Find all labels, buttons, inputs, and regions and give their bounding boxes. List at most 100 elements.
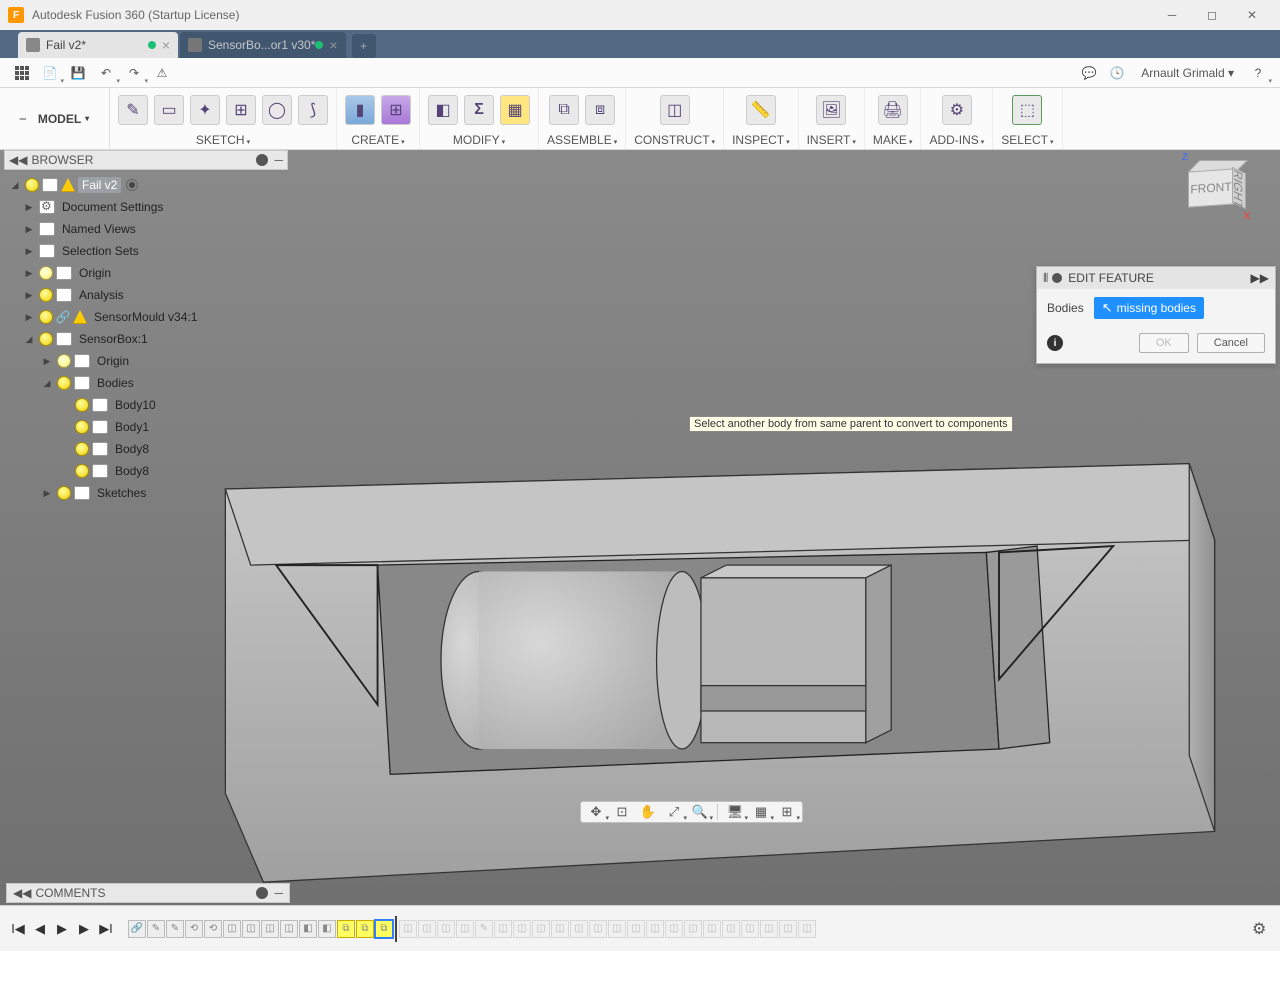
- visibility-bulb-icon[interactable]: [39, 332, 53, 346]
- viewcube-right-face[interactable]: RIGHT: [1232, 167, 1246, 210]
- timeline-feature[interactable]: ◫: [798, 920, 816, 938]
- extrude-icon[interactable]: ▮: [345, 95, 375, 125]
- tree-item-body[interactable]: Body8: [4, 460, 288, 482]
- visibility-bulb-icon[interactable]: [57, 376, 71, 390]
- arc-icon[interactable]: ⟆: [298, 95, 328, 125]
- timeline-feature[interactable]: ⟲: [185, 920, 203, 938]
- timeline-feature[interactable]: ◫: [513, 920, 531, 938]
- browser-header[interactable]: ◀◀ BROWSER ─: [4, 150, 288, 170]
- tree-item-analysis[interactable]: ▶Analysis: [4, 284, 288, 306]
- timeline-play-button[interactable]: ▶: [52, 919, 72, 939]
- visibility-bulb-icon[interactable]: [57, 354, 71, 368]
- display-settings-icon[interactable]: 🖥▾: [726, 803, 744, 821]
- settings-dot-icon[interactable]: [256, 154, 268, 166]
- addins-icon[interactable]: ⚙: [942, 95, 972, 125]
- visibility-bulb-icon[interactable]: [75, 398, 89, 412]
- visibility-bulb-icon[interactable]: [39, 310, 53, 324]
- visibility-bulb-icon[interactable]: [75, 420, 89, 434]
- tree-item-selection-sets[interactable]: ▶Selection Sets: [4, 240, 288, 262]
- timeline-step-back-button[interactable]: ◀: [30, 919, 50, 939]
- minimize-icon[interactable]: ─: [274, 886, 283, 900]
- new-tab-button[interactable]: +: [352, 34, 376, 58]
- timeline-feature[interactable]: ◫: [703, 920, 721, 938]
- timeline-feature[interactable]: ◫: [722, 920, 740, 938]
- cancel-button[interactable]: Cancel: [1197, 333, 1265, 353]
- timeline-feature[interactable]: ✎: [475, 920, 493, 938]
- press-pull-icon[interactable]: ◧: [428, 95, 458, 125]
- print-icon[interactable]: 🖨: [878, 95, 908, 125]
- panel-header[interactable]: ⦀EDIT FEATURE▶▶: [1037, 267, 1275, 289]
- timeline-feature[interactable]: ◫: [608, 920, 626, 938]
- timeline-feature[interactable]: ◫: [418, 920, 436, 938]
- warning-icon[interactable]: ⚠: [150, 61, 174, 85]
- tree-item-bodies[interactable]: ◢Bodies: [4, 372, 288, 394]
- tree-item-sensormould[interactable]: ▶🔗SensorMould v34:1: [4, 306, 288, 328]
- timeline-marker[interactable]: [395, 916, 397, 942]
- chevron-left-icon[interactable]: ◀◀: [13, 886, 31, 900]
- maximize-button[interactable]: ◻: [1192, 0, 1232, 30]
- timeline-feature[interactable]: ◧: [318, 920, 336, 938]
- document-tab-inactive[interactable]: SensorBo...or1 v30* ×: [180, 32, 346, 58]
- timeline-feature[interactable]: ◫: [570, 920, 588, 938]
- pan-icon[interactable]: ✋: [639, 803, 657, 821]
- circle-icon[interactable]: ◯: [262, 95, 292, 125]
- settings-dot-icon[interactable]: [256, 887, 268, 899]
- select-icon[interactable]: ⬚: [1012, 95, 1042, 125]
- timeline-feature[interactable]: ◫: [280, 920, 298, 938]
- timeline-feature-warning[interactable]: ⧉: [356, 920, 374, 938]
- timeline-feature[interactable]: ◫: [261, 920, 279, 938]
- timeline-feature[interactable]: ◫: [779, 920, 797, 938]
- timeline-feature[interactable]: ◫: [456, 920, 474, 938]
- tab-close-icon[interactable]: ×: [329, 37, 337, 53]
- grid-settings-icon[interactable]: ▦▾: [752, 803, 770, 821]
- visibility-bulb-icon[interactable]: [39, 288, 53, 302]
- timeline-feature[interactable]: ◫: [223, 920, 241, 938]
- timeline-feature[interactable]: ◫: [684, 920, 702, 938]
- timeline-step-fwd-button[interactable]: ▶: [74, 919, 94, 939]
- orbit-icon[interactable]: ✥▾: [587, 803, 605, 821]
- comments-bar[interactable]: ◀◀ COMMENTS ─: [6, 883, 290, 903]
- redo-button[interactable]: ↷▾: [122, 61, 146, 85]
- collapse-icon[interactable]: ◀◀: [9, 153, 27, 167]
- save-button[interactable]: 💾: [66, 61, 90, 85]
- timeline-feature[interactable]: ◫: [399, 920, 417, 938]
- workspace-switcher[interactable]: ⎯ MODEL▾: [0, 88, 110, 149]
- timeline-feature[interactable]: ◫: [760, 920, 778, 938]
- viewport-layout-icon[interactable]: ⊞▾: [778, 803, 796, 821]
- timeline-settings-button[interactable]: ⚙: [1252, 919, 1272, 939]
- help-button[interactable]: ?▾: [1246, 61, 1270, 85]
- tree-item-sensorbox[interactable]: ◢SensorBox:1: [4, 328, 288, 350]
- measure-icon[interactable]: 📏: [746, 95, 776, 125]
- close-button[interactable]: ✕: [1232, 0, 1272, 30]
- timeline-feature[interactable]: ◫: [242, 920, 260, 938]
- decal-icon[interactable]: 🖼: [816, 95, 846, 125]
- document-tab-active[interactable]: Fail v2* ×: [18, 32, 178, 58]
- timeline-feature-warning[interactable]: ⧉: [337, 920, 355, 938]
- timeline-feature[interactable]: ⟲: [204, 920, 222, 938]
- timeline-feature[interactable]: ◫: [494, 920, 512, 938]
- pin-icon[interactable]: ▶▶: [1251, 271, 1269, 285]
- look-at-icon[interactable]: ⊡: [613, 803, 631, 821]
- extensions-button[interactable]: 💬: [1077, 61, 1101, 85]
- tree-item-origin[interactable]: ▶Origin: [4, 262, 288, 284]
- plane-icon[interactable]: ◫: [660, 95, 690, 125]
- tree-item-sketches[interactable]: ▶Sketches: [4, 482, 288, 504]
- box-icon[interactable]: ⊞: [381, 95, 411, 125]
- fit-icon[interactable]: 🔍▾: [691, 803, 709, 821]
- timeline-feature[interactable]: ◫: [532, 920, 550, 938]
- timeline-feature[interactable]: 🔗: [128, 920, 146, 938]
- visibility-bulb-icon[interactable]: [75, 442, 89, 456]
- info-icon[interactable]: i: [1047, 335, 1063, 351]
- missing-bodies-chip[interactable]: ↖missing bodies: [1094, 297, 1204, 319]
- sum-icon[interactable]: Σ: [464, 95, 494, 125]
- view-cube[interactable]: Z FRONT RIGHT X: [1170, 152, 1250, 222]
- create-sketch-icon[interactable]: ✎: [118, 95, 148, 125]
- user-menu[interactable]: Arnault Grimald ▾: [1133, 66, 1242, 80]
- timeline-feature[interactable]: ✎: [166, 920, 184, 938]
- job-status-button[interactable]: 🕓: [1105, 61, 1129, 85]
- timeline-feature-active[interactable]: ⧉: [375, 920, 393, 938]
- timeline-feature[interactable]: ◫: [665, 920, 683, 938]
- collapse-dot-icon[interactable]: [1052, 273, 1062, 283]
- zoom-icon[interactable]: ⤢▾: [665, 803, 683, 821]
- tree-item-origin-2[interactable]: ▶Origin: [4, 350, 288, 372]
